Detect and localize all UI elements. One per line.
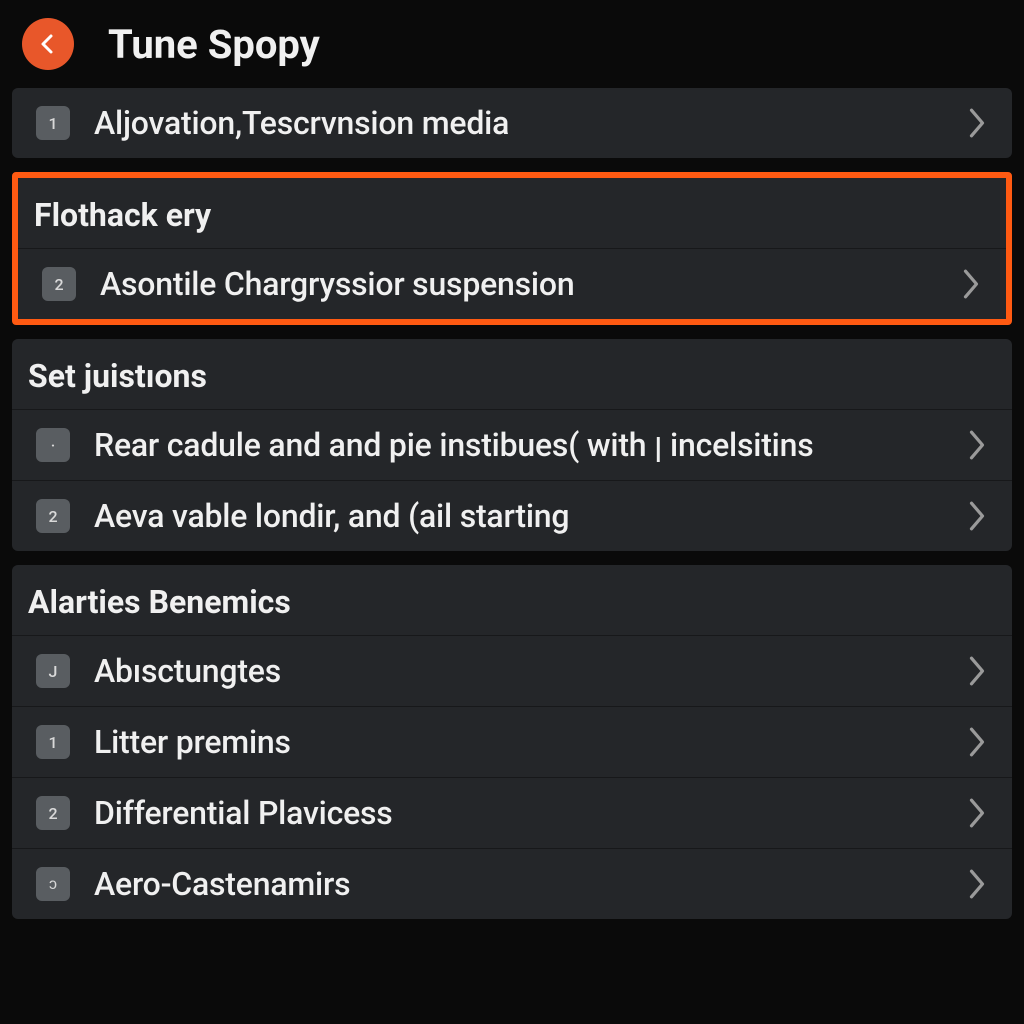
list-item-label: Differential Plavicess xyxy=(94,794,942,832)
list-item-label: Abısctungtes xyxy=(94,652,942,690)
list-item-label: Aljovation,Tescrvnsion media xyxy=(94,104,942,142)
list-item[interactable]: · Rear cadule and and pie instibues( wit… xyxy=(12,409,1012,480)
list-item[interactable]: J Abısctungtes xyxy=(12,635,1012,706)
chevron-right-icon xyxy=(966,725,988,759)
list-item[interactable]: 1 Aljovation,Tescrvnsion media xyxy=(12,88,1012,158)
chevron-right-icon xyxy=(966,867,988,901)
number-badge: · xyxy=(36,428,70,462)
list-item[interactable]: 2 Asontile Chargryssior suspension xyxy=(18,248,1006,319)
chevron-right-icon xyxy=(960,267,982,301)
chevron-right-icon xyxy=(966,106,988,140)
highlighted-section: Flothack ery 2 Asontile Chargryssior sus… xyxy=(12,172,1012,325)
panel-flothack: Flothack ery 2 Asontile Chargryssior sus… xyxy=(18,178,1006,319)
number-badge: 2 xyxy=(42,267,76,301)
number-badge: 1 xyxy=(36,106,70,140)
list-item-label: Aero-Castenamirs xyxy=(94,865,942,903)
section-header: Set juistıons xyxy=(12,339,1012,409)
content: 1 Aljovation,Tescrvnsion media Flothack … xyxy=(0,88,1024,919)
number-badge: ɔ xyxy=(36,867,70,901)
number-badge: 2 xyxy=(36,499,70,533)
number-badge: J xyxy=(36,654,70,688)
chevron-right-icon xyxy=(966,796,988,830)
panel-set-juistions: Set juistıons · Rear cadule and and pie … xyxy=(12,339,1012,551)
list-item[interactable]: 2 Differential Plavicess xyxy=(12,777,1012,848)
list-item-label: Aeva vable londir, and (ail starting xyxy=(94,497,942,535)
list-item[interactable]: 2 Aeva vable londir, and (ail starting xyxy=(12,480,1012,551)
section-header: Alarties Benemics xyxy=(12,565,1012,635)
header: Tune Spopy xyxy=(0,0,1024,88)
chevron-left-icon xyxy=(36,32,60,56)
list-item[interactable]: ɔ Aero-Castenamirs xyxy=(12,848,1012,919)
list-item-label: Litter premins xyxy=(94,723,942,761)
number-badge: 2 xyxy=(36,796,70,830)
back-button[interactable] xyxy=(22,18,74,70)
section-header: Flothack ery xyxy=(18,178,1006,248)
panel-top: 1 Aljovation,Tescrvnsion media xyxy=(12,88,1012,158)
chevron-right-icon xyxy=(966,428,988,462)
number-badge: 1 xyxy=(36,725,70,759)
list-item-label: Asontile Chargryssior suspension xyxy=(100,265,936,303)
list-item-label: Rear cadule and and pie instibues( with … xyxy=(94,426,942,464)
page-title: Tune Spopy xyxy=(108,21,320,68)
list-item[interactable]: 1 Litter premins xyxy=(12,706,1012,777)
chevron-right-icon xyxy=(966,499,988,533)
chevron-right-icon xyxy=(966,654,988,688)
panel-alarties-benemics: Alarties Benemics J Abısctungtes 1 Litte… xyxy=(12,565,1012,919)
